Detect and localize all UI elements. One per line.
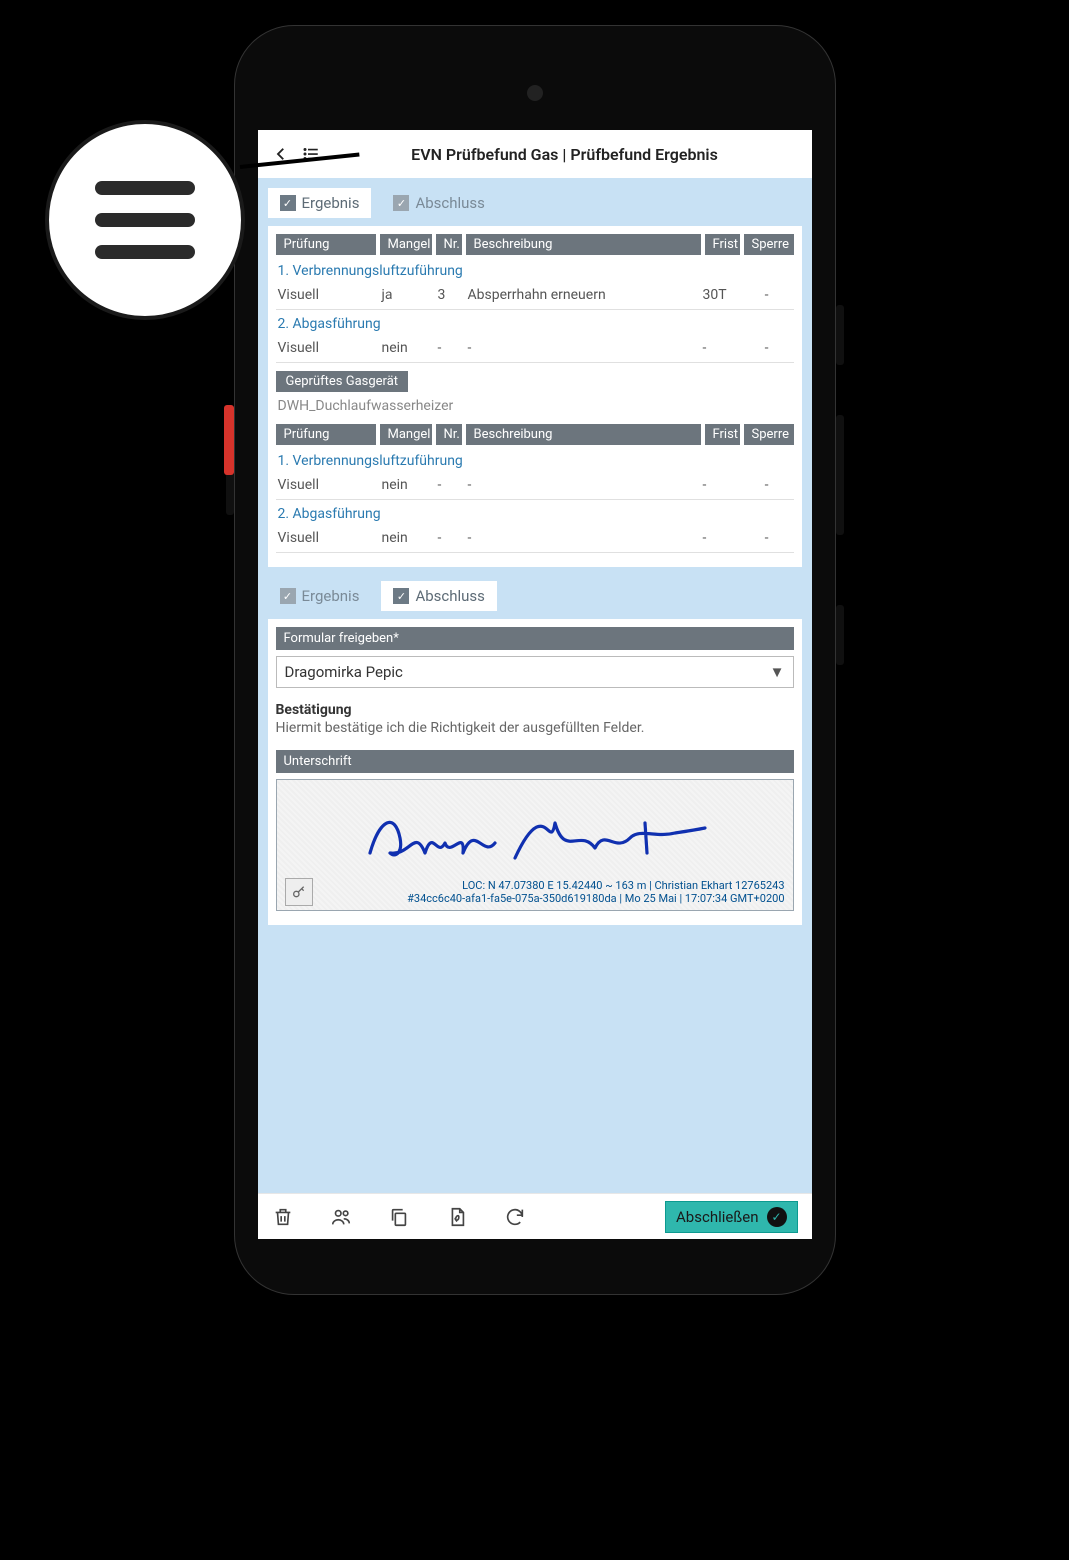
th-pruefung: Prüfung: [276, 234, 376, 255]
release-selected: Dragomirka Pepic: [285, 663, 403, 681]
ergebnis-card: Prüfung Mangel Nr. Beschreibung Frist Sp…: [268, 226, 802, 567]
section-link[interactable]: 1. Verbrennungsluftzuführung: [276, 257, 794, 281]
th-nr: Nr.: [436, 234, 462, 255]
table-row: Visuell ja 3 Absperrhahn erneuern 30T -: [276, 281, 794, 310]
check-icon: ✓: [393, 588, 409, 604]
tabs-top: ✓ Ergebnis ✓ Abschluss: [268, 188, 802, 218]
release-select[interactable]: Dragomirka Pepic ▼: [276, 656, 794, 688]
table-row: Visuell nein - - - -: [276, 524, 794, 553]
cell-pruef: Visuell: [278, 477, 378, 493]
signature-meta: LOC: N 47.07380 E 15.42440 ~ 163 m | Chr…: [285, 878, 785, 906]
table-row: Visuell nein - - - -: [276, 334, 794, 363]
chevron-down-icon: ▼: [770, 663, 785, 681]
menu-callout: [45, 120, 245, 320]
section-link[interactable]: 2. Abgasführung: [276, 500, 794, 524]
section-link[interactable]: 2. Abgasführung: [276, 310, 794, 334]
tabs-bottom: ✓ Ergebnis ✓ Abschluss: [268, 581, 802, 611]
cell-nr: 3: [438, 287, 464, 303]
cell-pruef: Visuell: [278, 287, 378, 303]
action-bar: Abschließen ✓: [258, 1193, 812, 1239]
cell-pruef: Visuell: [278, 530, 378, 546]
th-sperre: Sperre: [744, 424, 794, 445]
device-label: Geprüftes Gasgerät: [276, 371, 409, 392]
tab-ergebnis[interactable]: ✓ Ergebnis: [268, 188, 372, 218]
table-row: Visuell nein - - - -: [276, 471, 794, 500]
cell-mangel: nein: [382, 477, 434, 493]
cell-pruef: Visuell: [278, 340, 378, 356]
complete-button[interactable]: Abschließen ✓: [665, 1201, 797, 1233]
tab-label: Abschluss: [415, 587, 484, 605]
cell-frist: -: [703, 340, 738, 356]
signature-label: Unterschrift: [276, 750, 794, 773]
cell-frist: -: [703, 477, 738, 493]
check-icon: ✓: [393, 195, 409, 211]
sig-meta-line2: #34cc6c40-afa1-fa5e-075a-350d619180da | …: [321, 892, 785, 906]
th-beschreibung: Beschreibung: [466, 234, 701, 255]
tab-abschluss[interactable]: ✓ Abschluss: [381, 188, 496, 218]
th-mangel: Mangel: [380, 424, 432, 445]
trash-icon[interactable]: [272, 1206, 294, 1228]
app-screen: EVN Prüfbefund Gas | Prüfbefund Ergebnis…: [258, 130, 812, 1239]
cell-sperre: -: [742, 477, 792, 493]
tab-abschluss[interactable]: ✓ Abschluss: [381, 581, 496, 611]
key-icon[interactable]: [285, 878, 313, 906]
tab-label: Ergebnis: [302, 194, 360, 212]
confirm-text: Hiermit bestätige ich die Richtigkeit de…: [276, 720, 794, 736]
copy-icon[interactable]: [388, 1206, 410, 1228]
cell-beschr: -: [468, 530, 699, 546]
sig-meta-line1: LOC: N 47.07380 E 15.42440 ~ 163 m | Chr…: [321, 879, 785, 893]
th-frist: Frist: [705, 234, 740, 255]
signature-box: LOC: N 47.07380 E 15.42440 ~ 163 m | Chr…: [276, 779, 794, 911]
th-sperre: Sperre: [744, 234, 794, 255]
tab-label: Abschluss: [415, 194, 484, 212]
release-label: Formular freigeben*: [276, 627, 794, 650]
content-area: ✓ Ergebnis ✓ Abschluss Prüfung Mangel Nr…: [258, 178, 812, 1193]
device-frame: EVN Prüfbefund Gas | Prüfbefund Ergebnis…: [234, 25, 836, 1295]
table-head: Prüfung Mangel Nr. Beschreibung Frist Sp…: [276, 234, 794, 255]
table-head: Prüfung Mangel Nr. Beschreibung Frist Sp…: [276, 424, 794, 445]
section-link[interactable]: 1. Verbrennungsluftzuführung: [276, 447, 794, 471]
cell-nr: -: [438, 477, 464, 493]
check-circle-icon: ✓: [767, 1207, 787, 1227]
th-frist: Frist: [705, 424, 740, 445]
users-icon[interactable]: [330, 1206, 352, 1228]
confirm-title: Bestätigung: [276, 702, 794, 718]
th-pruefung: Prüfung: [276, 424, 376, 445]
cell-beschr: Absperrhahn erneuern: [468, 287, 699, 303]
refresh-icon[interactable]: [504, 1206, 526, 1228]
cell-mangel: ja: [382, 287, 434, 303]
cell-frist: 30T: [703, 287, 738, 303]
check-icon: ✓: [280, 588, 296, 604]
cell-sperre: -: [742, 530, 792, 546]
signature-pad[interactable]: [285, 788, 785, 878]
page-title: EVN Prüfbefund Gas | Prüfbefund Ergebnis: [332, 145, 798, 164]
cell-sperre: -: [742, 287, 792, 303]
hamburger-icon: [95, 181, 195, 259]
complete-label: Abschließen: [676, 1208, 758, 1226]
tab-ergebnis[interactable]: ✓ Ergebnis: [268, 581, 372, 611]
tab-label: Ergebnis: [302, 587, 360, 605]
abschluss-card: Formular freigeben* Dragomirka Pepic ▼ B…: [268, 619, 802, 925]
device-value: DWH_Duchlaufwasserheizer: [276, 392, 794, 424]
th-beschreibung: Beschreibung: [466, 424, 701, 445]
check-icon: ✓: [280, 195, 296, 211]
cell-nr: -: [438, 530, 464, 546]
cell-frist: -: [703, 530, 738, 546]
cell-mangel: nein: [382, 340, 434, 356]
cell-sperre: -: [742, 340, 792, 356]
cell-mangel: nein: [382, 530, 434, 546]
cell-beschr: -: [468, 340, 699, 356]
pdf-icon[interactable]: [446, 1206, 468, 1228]
th-mangel: Mangel: [380, 234, 432, 255]
cell-beschr: -: [468, 477, 699, 493]
th-nr: Nr.: [436, 424, 462, 445]
cell-nr: -: [438, 340, 464, 356]
